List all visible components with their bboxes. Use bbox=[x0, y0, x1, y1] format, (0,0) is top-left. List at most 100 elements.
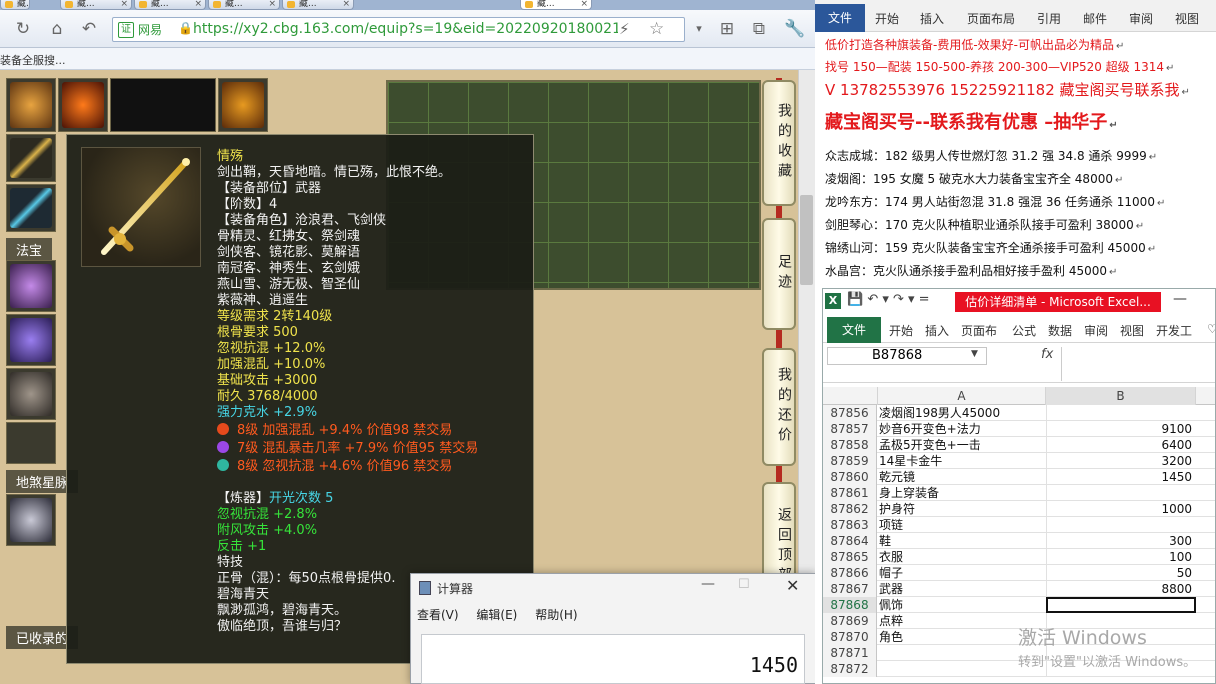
row-number[interactable]: 87865 bbox=[823, 549, 877, 565]
address-bar[interactable]: 证 网易 🔒 https://xy2.cbg.163.com/equip?s=1… bbox=[112, 17, 685, 42]
fx-icon[interactable]: fx bbox=[1041, 347, 1053, 362]
row-number[interactable]: 87868 bbox=[823, 597, 877, 613]
column-header-b[interactable]: B bbox=[1046, 387, 1196, 405]
browser-tab-active[interactable]: 藏... × bbox=[520, 0, 592, 10]
equipment-slot[interactable] bbox=[6, 134, 56, 182]
grid-icon[interactable]: ⊞ bbox=[716, 18, 738, 40]
fabao-slot[interactable] bbox=[6, 260, 56, 312]
minimize-icon[interactable]: — bbox=[701, 576, 715, 592]
word-tab-mailings[interactable]: 邮件 bbox=[1083, 10, 1107, 27]
tab-close-icon[interactable]: × bbox=[194, 0, 202, 9]
row-number[interactable]: 87867 bbox=[823, 581, 877, 597]
reload-icon[interactable]: ↻ bbox=[12, 18, 34, 40]
cell-b[interactable]: 6400 bbox=[1046, 437, 1196, 453]
cell-a[interactable]: 武器 bbox=[879, 581, 1045, 597]
name-box-dropdown-icon[interactable]: ▼ bbox=[971, 349, 978, 359]
back-icon[interactable]: ↶ bbox=[78, 18, 100, 40]
row-number[interactable]: 87870 bbox=[823, 629, 877, 645]
row-number[interactable]: 87862 bbox=[823, 501, 877, 517]
menu-help[interactable]: 帮助(H) bbox=[535, 608, 577, 622]
row-number[interactable]: 87859 bbox=[823, 453, 877, 469]
equipment-slot[interactable] bbox=[6, 184, 56, 232]
page-scrollbar-thumb[interactable] bbox=[800, 195, 813, 285]
browser-tab[interactable]: 藏... × bbox=[282, 0, 354, 10]
row-number[interactable]: 87864 bbox=[823, 533, 877, 549]
fabao-slot[interactable] bbox=[6, 368, 56, 420]
cell-b[interactable] bbox=[1046, 405, 1196, 421]
word-tab-review[interactable]: 审阅 bbox=[1129, 10, 1153, 27]
row-number[interactable]: 87866 bbox=[823, 565, 877, 581]
excel-tab-data[interactable]: 数据 bbox=[1048, 322, 1072, 339]
cell-a[interactable]: 帽子 bbox=[879, 565, 1045, 581]
row-number[interactable]: 87869 bbox=[823, 613, 877, 629]
footprint-button[interactable]: 足迹 bbox=[762, 218, 796, 330]
excel-tab-review[interactable]: 审阅 bbox=[1084, 322, 1108, 339]
lightning-icon[interactable]: ⚡ bbox=[619, 20, 630, 38]
word-tab-insert[interactable]: 插入 bbox=[920, 10, 944, 27]
tab-close-icon[interactable]: × bbox=[580, 0, 588, 9]
row-number[interactable]: 87872 bbox=[823, 661, 877, 677]
tab-close-icon[interactable]: × bbox=[120, 0, 128, 9]
url-text[interactable]: https://xy2.cbg.163.com/equip?s=19&eid=2… bbox=[193, 21, 618, 37]
word-tab-layout[interactable]: 页面布局 bbox=[967, 10, 1015, 27]
fabao-slot[interactable] bbox=[6, 422, 56, 464]
row-number[interactable]: 87861 bbox=[823, 485, 877, 501]
tab-close-icon[interactable]: × bbox=[268, 0, 276, 9]
equipment-slot[interactable] bbox=[110, 78, 216, 132]
fabao-slot[interactable] bbox=[6, 314, 56, 366]
quick-access-toolbar[interactable]: 💾 ↶ ▾ ↷ ▾ = bbox=[847, 292, 930, 307]
minimize-icon[interactable]: — bbox=[1173, 291, 1187, 307]
excel-tab-formulas[interactable]: 公式 bbox=[1012, 322, 1036, 339]
row-number[interactable]: 87858 bbox=[823, 437, 877, 453]
my-favorites-button[interactable]: 我的收藏 bbox=[762, 80, 796, 206]
cell-a[interactable]: 项链 bbox=[879, 517, 1045, 533]
star-icon[interactable]: ☆ bbox=[649, 19, 664, 39]
cell-b[interactable] bbox=[1046, 485, 1196, 501]
active-cell[interactable] bbox=[1046, 597, 1196, 613]
excel-tab-developer[interactable]: 开发工 bbox=[1156, 322, 1192, 339]
disha-slot[interactable] bbox=[6, 494, 56, 546]
cell-b[interactable]: 100 bbox=[1046, 549, 1196, 565]
word-tab-view[interactable]: 视图 bbox=[1175, 10, 1199, 27]
excel-tab-home[interactable]: 开始 bbox=[889, 322, 913, 339]
puzzle-icon[interactable]: ⧉ bbox=[748, 18, 770, 40]
cell-a[interactable]: 14星卡金牛 bbox=[879, 453, 1045, 469]
row-number[interactable]: 87863 bbox=[823, 517, 877, 533]
word-tab-file[interactable]: 文件 bbox=[815, 4, 865, 32]
cell-b[interactable]: 1000 bbox=[1046, 501, 1196, 517]
formula-input[interactable] bbox=[1061, 347, 1215, 381]
cell-b[interactable]: 3200 bbox=[1046, 453, 1196, 469]
cell-a[interactable]: 护身符 bbox=[879, 501, 1045, 517]
cell-a[interactable]: 妙音6开变色+法力 bbox=[879, 421, 1045, 437]
corner-cell[interactable] bbox=[823, 387, 878, 405]
cell-b[interactable]: 50 bbox=[1046, 565, 1196, 581]
cell-a[interactable]: 身上穿装备 bbox=[879, 485, 1045, 501]
wrench-icon[interactable]: 🔧 bbox=[784, 18, 806, 40]
excel-tab-view[interactable]: 视图 bbox=[1120, 322, 1144, 339]
row-number[interactable]: 87856 bbox=[823, 405, 877, 421]
cell-a[interactable]: 衣服 bbox=[879, 549, 1045, 565]
equipment-slot[interactable] bbox=[58, 78, 108, 132]
row-number[interactable]: 87871 bbox=[823, 645, 877, 661]
cell-b[interactable] bbox=[1046, 517, 1196, 533]
cell-b[interactable]: 8800 bbox=[1046, 581, 1196, 597]
cell-b[interactable]: 300 bbox=[1046, 533, 1196, 549]
menu-view[interactable]: 查看(V) bbox=[417, 608, 459, 622]
excel-tab-layout[interactable]: 页面布 bbox=[961, 322, 997, 339]
cell-b[interactable]: 9100 bbox=[1046, 421, 1196, 437]
dropdown-arrow-icon[interactable]: ▾ bbox=[688, 18, 710, 40]
cell-a[interactable]: 孟极5开变色+一击 bbox=[879, 437, 1045, 453]
home-icon[interactable]: ⌂ bbox=[46, 18, 68, 40]
cell-a[interactable]: 佩饰 bbox=[879, 597, 1045, 613]
excel-tab-insert[interactable]: 插入 bbox=[925, 322, 949, 339]
tab-close-icon[interactable]: × bbox=[342, 0, 350, 9]
word-tab-home[interactable]: 开始 bbox=[875, 10, 899, 27]
browser-tab[interactable]: 藏... × bbox=[208, 0, 280, 10]
bookmark-item[interactable]: 装备全服搜... bbox=[0, 52, 66, 68]
maximize-icon[interactable]: ☐ bbox=[738, 577, 750, 592]
cell-b[interactable]: 1450 bbox=[1046, 469, 1196, 485]
browser-tab[interactable]: 藏... bbox=[0, 0, 30, 10]
excel-tab-file[interactable]: 文件 bbox=[827, 317, 881, 343]
cell-a[interactable]: 鞋 bbox=[879, 533, 1045, 549]
ribbon-more-icon[interactable]: ♡ bbox=[1207, 322, 1215, 336]
